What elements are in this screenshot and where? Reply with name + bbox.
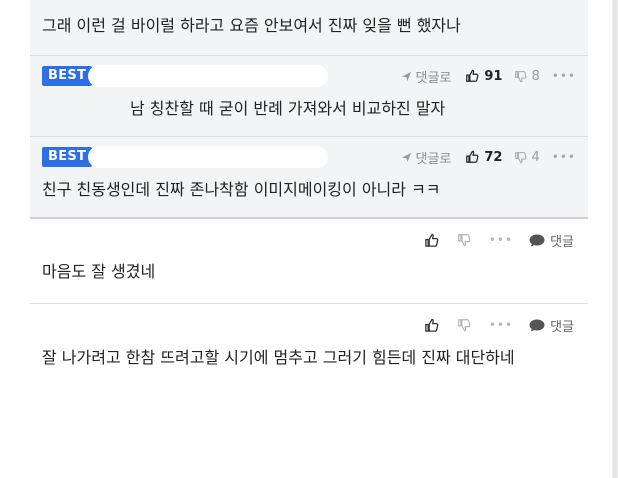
thumbs-up-icon xyxy=(425,318,439,332)
dislike-button[interactable]: 8 xyxy=(514,68,540,84)
more-dots-icon[interactable]: ••• xyxy=(552,150,576,164)
speech-bubble-icon xyxy=(529,234,545,246)
comment-text: 친구 친동생인데 진짜 존나착함 이미지메이킹이 아니라 ㅋㅋ xyxy=(42,180,441,199)
best-badge: BEST xyxy=(42,147,93,167)
reply-link[interactable]: 댓글로 xyxy=(401,67,452,86)
more-dots-icon[interactable]: ••• xyxy=(489,318,513,332)
reply-link[interactable]: 댓글로 xyxy=(401,148,452,167)
comment-text: 잘 나가려고 한참 뜨려고할 시기에 멈추고 그러기 힘든데 진짜 대단하네 xyxy=(42,348,515,367)
comment: ••• 댓글 마음도 잘 생겼네 xyxy=(30,219,588,303)
speech-bubble-icon xyxy=(529,319,545,331)
thumbs-up-icon xyxy=(466,150,479,163)
best-comment-header: BEST 댓글로 91 8 ••• xyxy=(30,56,588,96)
comment-meta: 댓글로 72 4 ••• xyxy=(401,148,577,167)
redacted-nickname xyxy=(88,146,329,168)
thumbs-down-icon xyxy=(515,70,527,82)
best-badge: BEST xyxy=(42,66,93,86)
reply-label: 댓글 xyxy=(550,234,574,250)
reply-button[interactable]: 댓글 xyxy=(529,316,574,335)
best-comment: BEST 댓글로 91 8 ••• 남 칭찬할 때 굳이 반례 가져와서 비교하… xyxy=(30,56,588,136)
thumbs-down-icon xyxy=(458,234,471,247)
reply-arrow-icon xyxy=(401,152,411,162)
like-button[interactable] xyxy=(424,318,439,333)
more-dots-icon[interactable]: ••• xyxy=(552,69,576,83)
comment-actions: ••• 댓글 xyxy=(30,219,588,261)
best-comment-header: BEST 댓글로 72 4 ••• xyxy=(30,137,588,177)
dislike-count: 8 xyxy=(531,68,540,84)
thumbs-up-icon xyxy=(466,69,479,82)
scrollbar-thumb[interactable] xyxy=(613,0,617,478)
scrollbar[interactable] xyxy=(612,0,618,478)
like-count: 72 xyxy=(484,149,503,165)
more-dots-icon[interactable]: ••• xyxy=(489,233,513,247)
reply-label: 댓글 xyxy=(550,319,574,335)
redacted-nickname xyxy=(88,65,329,87)
dislike-count: 4 xyxy=(531,149,540,165)
comment-top: 그래 이런 걸 바이럴 하라고 요즘 안보여서 진짜 잊을 뻔 했자나 xyxy=(30,0,588,55)
comment-text: 마음도 잘 생겼네 xyxy=(42,262,156,281)
comment: ••• 댓글 잘 나가려고 한참 뜨려고할 시기에 멈추고 그러기 힘든데 진짜… xyxy=(30,304,588,390)
comment-list: 그래 이런 걸 바이럴 하라고 요즘 안보여서 진짜 잊을 뻔 했자나 BEST… xyxy=(30,0,588,390)
thumbs-down-icon xyxy=(515,151,527,163)
dislike-button[interactable] xyxy=(457,233,471,247)
comment-actions: ••• 댓글 xyxy=(30,304,588,346)
comment-text: 남 칭찬할 때 굳이 반례 가져와서 비교하진 말자 xyxy=(130,99,446,118)
reply-arrow-icon xyxy=(401,71,411,81)
dislike-button[interactable] xyxy=(457,318,471,332)
like-button[interactable] xyxy=(424,233,439,248)
reply-label: 댓글로 xyxy=(415,151,452,167)
comment-meta: 댓글로 91 8 ••• xyxy=(401,67,577,86)
reply-button[interactable]: 댓글 xyxy=(529,231,574,250)
thumbs-up-icon xyxy=(425,233,439,247)
comment-text: 그래 이런 걸 바이럴 하라고 요즘 안보여서 진짜 잊을 뻔 했자나 xyxy=(42,16,461,35)
like-button[interactable]: 72 xyxy=(465,150,502,165)
like-count: 91 xyxy=(484,68,503,84)
thumbs-down-icon xyxy=(458,319,471,332)
like-button[interactable]: 91 xyxy=(465,69,502,84)
reply-label: 댓글로 xyxy=(415,70,452,86)
best-comment: BEST 댓글로 72 4 ••• 친구 친동생인데 진짜 존나착함 이미지메이… xyxy=(30,137,588,217)
dislike-button[interactable]: 4 xyxy=(514,149,540,165)
